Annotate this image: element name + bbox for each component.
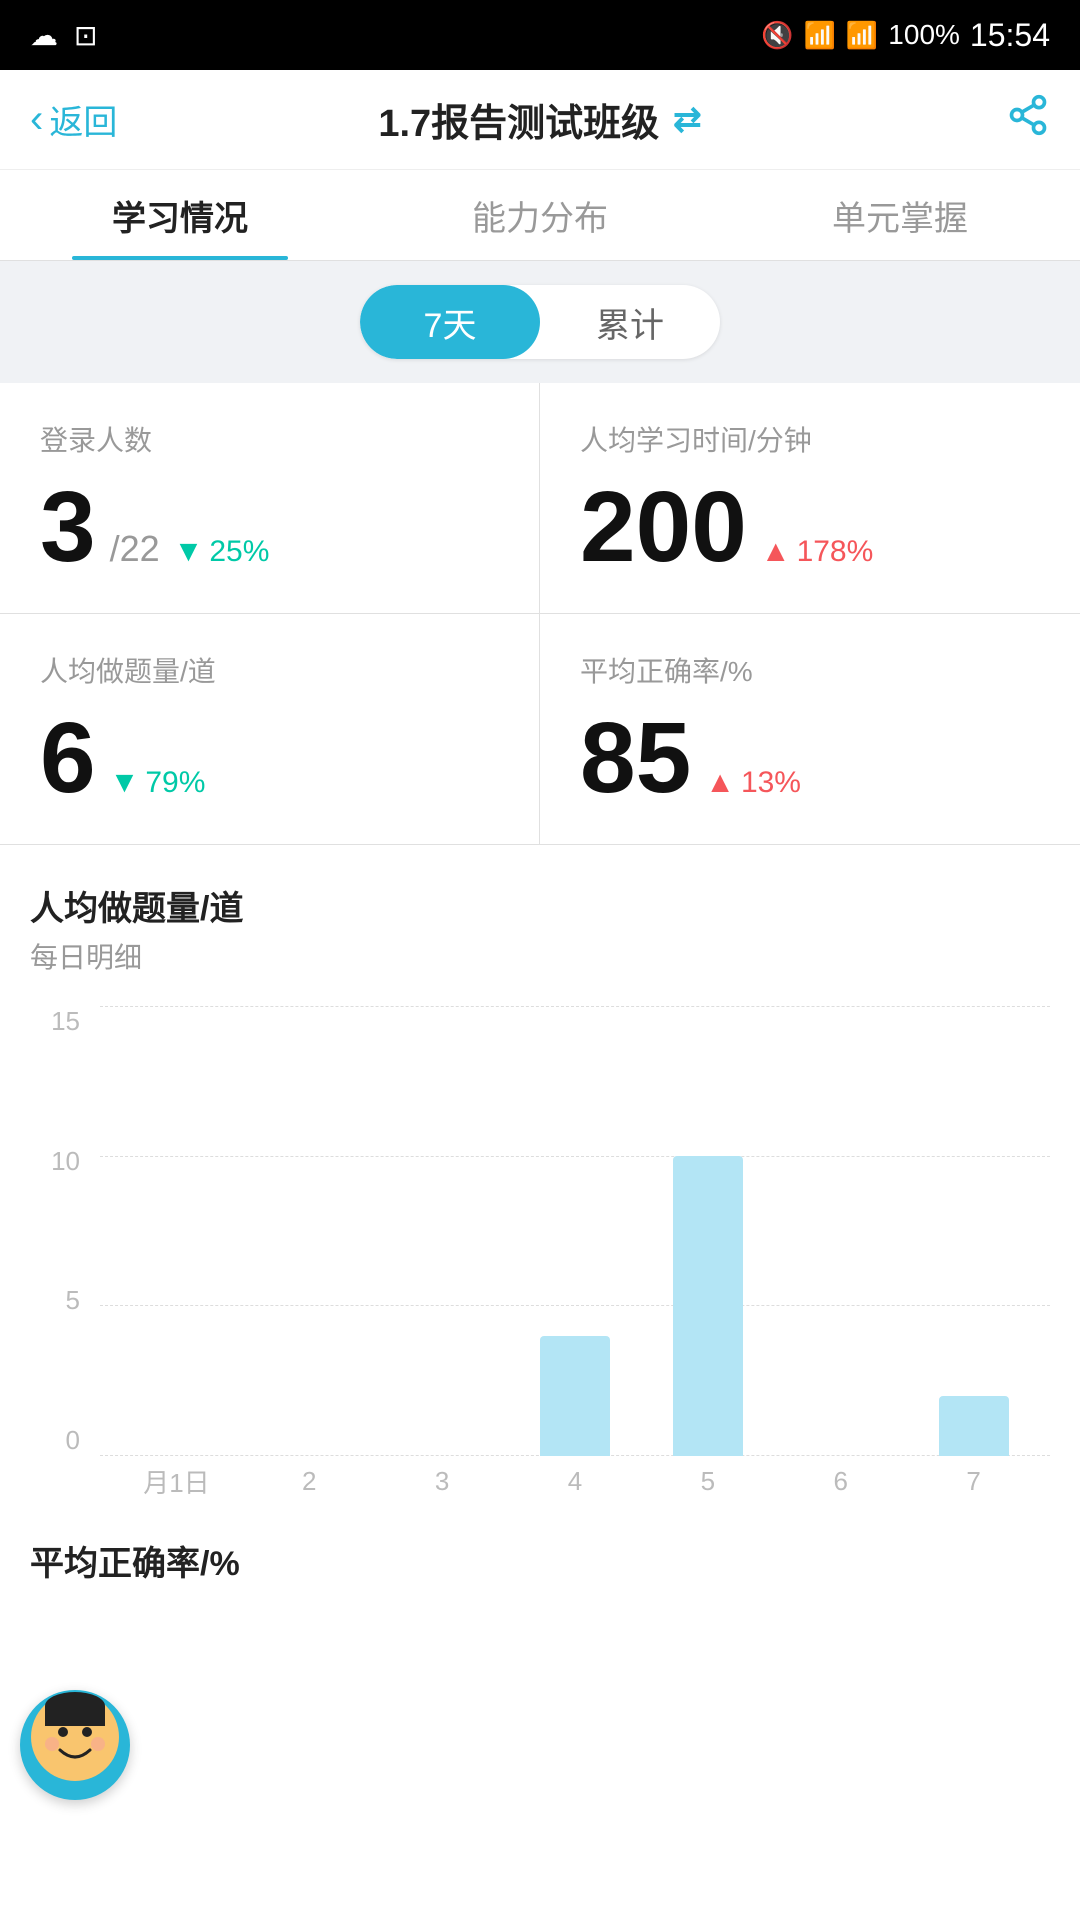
stat-studytime-main: 200 bbox=[580, 477, 747, 577]
x-label-0: 月1日 bbox=[110, 1463, 243, 1500]
y-label-15: 15 bbox=[30, 1006, 90, 1037]
toggle-7days[interactable]: 7天 bbox=[360, 285, 540, 359]
avatar-icon bbox=[30, 1692, 120, 1798]
wifi-icon: 📶 bbox=[804, 20, 836, 51]
stat-logins: 登录人数 3 /22 25% bbox=[0, 383, 540, 614]
bar-6 bbox=[939, 1396, 1009, 1456]
stat-logins-sub: /22 bbox=[110, 528, 160, 570]
stat-study-time: 人均学习时间/分钟 200 178% bbox=[540, 383, 1080, 614]
signal-icon: 📶 bbox=[846, 20, 878, 51]
y-axis: 15 10 5 0 bbox=[30, 1006, 90, 1456]
shuffle-icon[interactable]: ⇄ bbox=[673, 100, 702, 140]
stat-logins-label: 登录人数 bbox=[40, 419, 499, 459]
back-label: 返回 bbox=[49, 95, 117, 144]
stat-logins-main: 3 bbox=[40, 477, 96, 577]
stat-questions-values: 6 79% bbox=[40, 708, 499, 808]
stat-questions-main: 6 bbox=[40, 708, 96, 808]
share-button[interactable] bbox=[1006, 93, 1050, 147]
time-display: 15:54 bbox=[970, 17, 1050, 54]
bars-group bbox=[100, 1006, 1050, 1456]
tab-bar: 学习情况 能力分布 单元掌握 bbox=[0, 170, 1080, 261]
up-arrow-icon bbox=[761, 535, 791, 569]
chart2-title: 平均正确率/% bbox=[0, 1506, 1080, 1585]
down-arrow-icon bbox=[174, 535, 204, 569]
stat-studytime-values: 200 178% bbox=[580, 477, 1040, 577]
status-bar: ☁ ⊡ 🔇 📶 📶 100% 15:54 bbox=[0, 0, 1080, 70]
chart-subtitle: 每日明细 bbox=[30, 936, 1050, 976]
tab-learn[interactable]: 学习情况 bbox=[0, 170, 360, 260]
x-label-5: 6 bbox=[774, 1466, 907, 1497]
top-nav: ‹ 返回 1.7报告测试班级 ⇄ bbox=[0, 70, 1080, 170]
stat-accuracy-change: 13% bbox=[705, 766, 801, 800]
stat-questions-change: 79% bbox=[110, 766, 206, 800]
back-button[interactable]: ‹ 返回 bbox=[30, 95, 117, 144]
up-arrow-icon2 bbox=[705, 766, 735, 800]
stats-grid: 登录人数 3 /22 25% 人均学习时间/分钟 200 178% 人均做题量/… bbox=[0, 383, 1080, 845]
down-arrow-icon2 bbox=[110, 766, 140, 800]
title-text: 1.7报告测试班级 bbox=[378, 92, 659, 147]
x-axis: 月1日234567 bbox=[100, 1456, 1050, 1506]
tab-unit[interactable]: 单元掌握 bbox=[720, 170, 1080, 260]
battery-text: 100% bbox=[888, 19, 960, 51]
period-toggle: 7天 累计 bbox=[360, 285, 720, 359]
cloud-icon: ☁ bbox=[30, 19, 58, 52]
page-title: 1.7报告测试班级 ⇄ bbox=[378, 92, 701, 147]
x-label-6: 7 bbox=[907, 1466, 1040, 1497]
toggle-section: 7天 累计 bbox=[0, 261, 1080, 383]
toggle-cumulative[interactable]: 累计 bbox=[540, 285, 720, 359]
stat-studytime-change: 178% bbox=[761, 535, 873, 569]
avatar[interactable] bbox=[20, 1690, 130, 1800]
chart-section: 人均做题量/道 每日明细 15 10 5 0 月1日234567 bbox=[0, 845, 1080, 1506]
stat-accuracy: 平均正确率/% 85 13% bbox=[540, 614, 1080, 844]
stat-accuracy-values: 85 13% bbox=[580, 708, 1040, 808]
y-label-5: 5 bbox=[30, 1285, 90, 1316]
bar-wrapper-4 bbox=[641, 1156, 774, 1456]
x-label-1: 2 bbox=[243, 1466, 376, 1497]
chevron-left-icon: ‹ bbox=[30, 97, 43, 142]
y-label-10: 10 bbox=[30, 1146, 90, 1177]
bar-chart: 15 10 5 0 月1日234567 bbox=[30, 1006, 1050, 1506]
stat-questions-label: 人均做题量/道 bbox=[40, 650, 499, 690]
x-label-4: 5 bbox=[641, 1466, 774, 1497]
stat-logins-values: 3 /22 25% bbox=[40, 477, 499, 577]
bar-3 bbox=[540, 1336, 610, 1456]
stat-logins-change: 25% bbox=[174, 535, 270, 569]
bar-wrapper-3 bbox=[509, 1336, 642, 1456]
status-left-icons: ☁ ⊡ bbox=[30, 19, 97, 52]
chart-draw-area bbox=[100, 1006, 1050, 1456]
image-icon: ⊡ bbox=[74, 19, 97, 52]
y-label-0: 0 bbox=[30, 1425, 90, 1456]
stat-accuracy-main: 85 bbox=[580, 708, 691, 808]
tab-ability[interactable]: 能力分布 bbox=[360, 170, 720, 260]
x-label-3: 4 bbox=[509, 1466, 642, 1497]
x-label-2: 3 bbox=[376, 1466, 509, 1497]
stat-questions: 人均做题量/道 6 79% bbox=[0, 614, 540, 844]
status-right-info: 🔇 📶 📶 100% 15:54 bbox=[761, 17, 1050, 54]
bluetooth-mute-icon: 🔇 bbox=[761, 20, 793, 51]
stat-studytime-label: 人均学习时间/分钟 bbox=[580, 419, 1040, 459]
bar-wrapper-6 bbox=[907, 1396, 1040, 1456]
stat-accuracy-label: 平均正确率/% bbox=[580, 650, 1040, 690]
bar-4 bbox=[673, 1156, 743, 1456]
chart-title: 人均做题量/道 bbox=[30, 881, 1050, 930]
